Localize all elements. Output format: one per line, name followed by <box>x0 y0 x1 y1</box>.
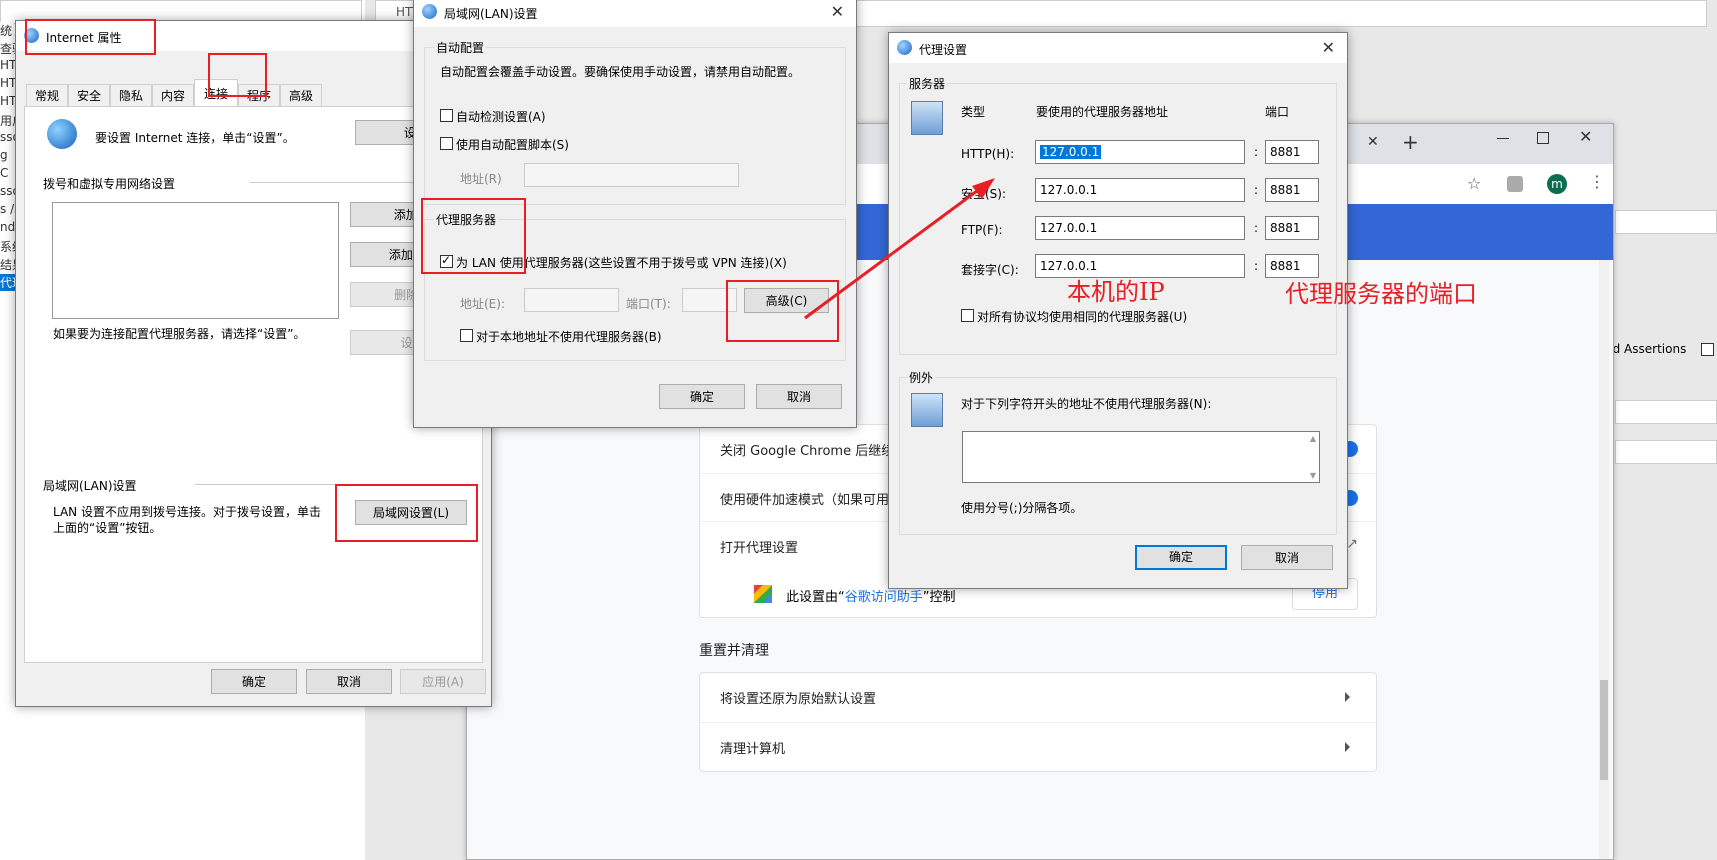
annotation-local-ip: 本机的IP <box>1067 278 1165 306</box>
annotation-proxy-port: 代理服务器的端口 <box>1285 280 1477 308</box>
annotation-arrow <box>804 178 995 320</box>
